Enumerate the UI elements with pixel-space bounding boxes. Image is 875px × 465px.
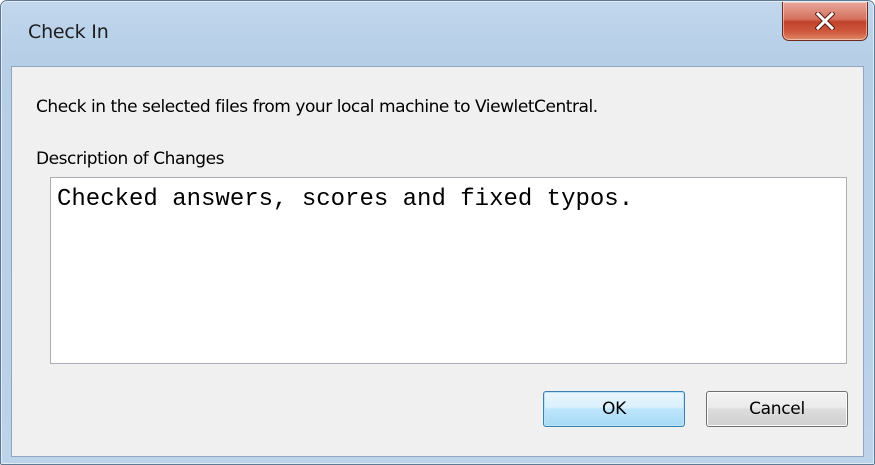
dialog-content: Check in the selected files from your lo… (11, 66, 864, 457)
close-button[interactable] (782, 2, 868, 41)
window-title: Check In (28, 21, 109, 43)
description-textarea[interactable]: Checked answers, scores and fixed typos. (50, 177, 847, 364)
title-bar[interactable]: Check In (1, 1, 874, 67)
cancel-button[interactable]: Cancel (706, 391, 848, 427)
description-label: Description of Changes (36, 149, 225, 169)
check-in-dialog-window: Check In Check in the selected files fro… (0, 0, 875, 465)
ok-button[interactable]: OK (543, 391, 685, 427)
instruction-text: Check in the selected files from your lo… (36, 97, 598, 117)
description-text[interactable]: Checked answers, scores and fixed typos. (57, 186, 633, 213)
close-icon (783, 2, 867, 40)
